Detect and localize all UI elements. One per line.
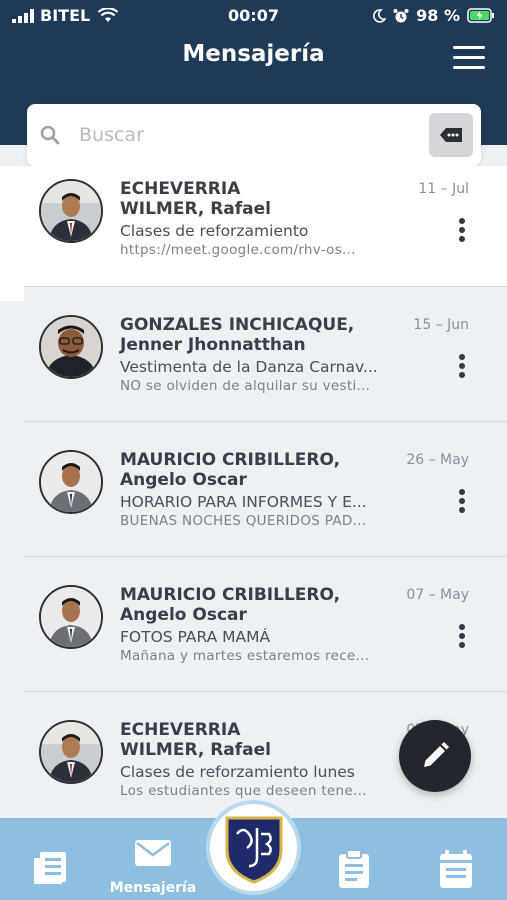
more-vert-icon[interactable] — [455, 218, 469, 244]
message-preview: Los estudiantes que deseen tene... — [120, 783, 367, 799]
tab-tasks[interactable] — [334, 848, 374, 892]
sender-name: MAURICIO CRIBILLERO, Angelo Oscar — [120, 450, 341, 490]
page-title: Mensajería — [182, 41, 325, 67]
message-preview: NO se olviden de alquilar su vesti... — [120, 378, 371, 394]
message-subject: Vestimenta de la Danza Carnav... — [120, 358, 378, 376]
message-date: 11 – Jul — [418, 181, 469, 197]
search-input[interactable] — [79, 118, 439, 152]
avatar — [39, 315, 103, 379]
list-item[interactable]: MAURICIO CRIBILLERO, Angelo Oscar HORARIO… — [24, 421, 507, 556]
avatar — [39, 585, 103, 649]
home-crest-button[interactable] — [206, 800, 301, 895]
compose-button[interactable] — [399, 720, 471, 792]
message-subject: Clases de reforzamiento — [120, 222, 309, 240]
pencil-icon — [424, 742, 449, 767]
sender-name: ECHEVERRIA WILMER, Rafael — [120, 179, 272, 219]
alarm-icon — [393, 8, 409, 22]
calendar-icon — [440, 850, 472, 888]
avatar — [39, 450, 103, 514]
tab-news[interactable] — [30, 848, 74, 892]
message-preview: Mañana y martes estaremos rece... — [120, 648, 370, 664]
list-item[interactable]: ECHEVERRIA WILMER, Rafael Clases de refor… — [0, 166, 507, 301]
avatar — [39, 720, 103, 784]
mail-icon — [135, 840, 171, 866]
list-item[interactable]: MAURICIO CRIBILLERO, Angelo Oscar FOTOS P… — [24, 556, 507, 691]
sender-name: GONZALES INCHICAQUE, Jenner Jhonnatthan — [120, 315, 355, 355]
message-date: 26 – May — [406, 452, 469, 468]
sender-name: ECHEVERRIA WILMER, Rafael — [120, 720, 272, 760]
message-preview: https://meet.google.com/rhv-os... — [120, 242, 356, 258]
tag-icon — [440, 128, 462, 142]
tab-messaging[interactable]: Mensajería — [93, 818, 213, 900]
message-subject: HORARIO PARA INFORMES Y E... — [120, 493, 367, 511]
sender-name: MAURICIO CRIBILLERO, Angelo Oscar — [120, 585, 341, 625]
message-subject: Clases de reforzamiento lunes — [120, 763, 355, 781]
menu-icon[interactable] — [451, 44, 489, 72]
message-subject: FOTOS PARA MAMÁ — [120, 628, 271, 646]
battery-percent: 98 % — [416, 6, 460, 25]
message-date: 15 – Jun — [413, 317, 469, 333]
tag-filter-button[interactable] — [429, 113, 473, 157]
battery-icon — [467, 8, 494, 23]
tab-calendar[interactable] — [436, 848, 476, 892]
school-crest-icon — [225, 816, 282, 884]
search-icon — [40, 125, 60, 145]
search-bar — [27, 104, 481, 166]
news-icon — [34, 852, 66, 884]
message-preview: BUENAS NOCHES QUERIDOS PAD... — [120, 513, 367, 529]
clipboard-icon — [339, 849, 369, 888]
status-bar: BITEL 00:07 98 % — [0, 0, 507, 32]
more-vert-icon[interactable] — [455, 489, 469, 515]
message-date: 07 – May — [406, 587, 469, 603]
avatar — [39, 179, 103, 243]
list-item[interactable]: GONZALES INCHICAQUE, Jenner Jhonnatthan V… — [24, 286, 507, 421]
tab-messaging-label: Mensajería — [109, 880, 197, 896]
more-vert-icon[interactable] — [455, 624, 469, 650]
moon-icon — [373, 8, 387, 23]
more-vert-icon[interactable] — [455, 354, 469, 380]
